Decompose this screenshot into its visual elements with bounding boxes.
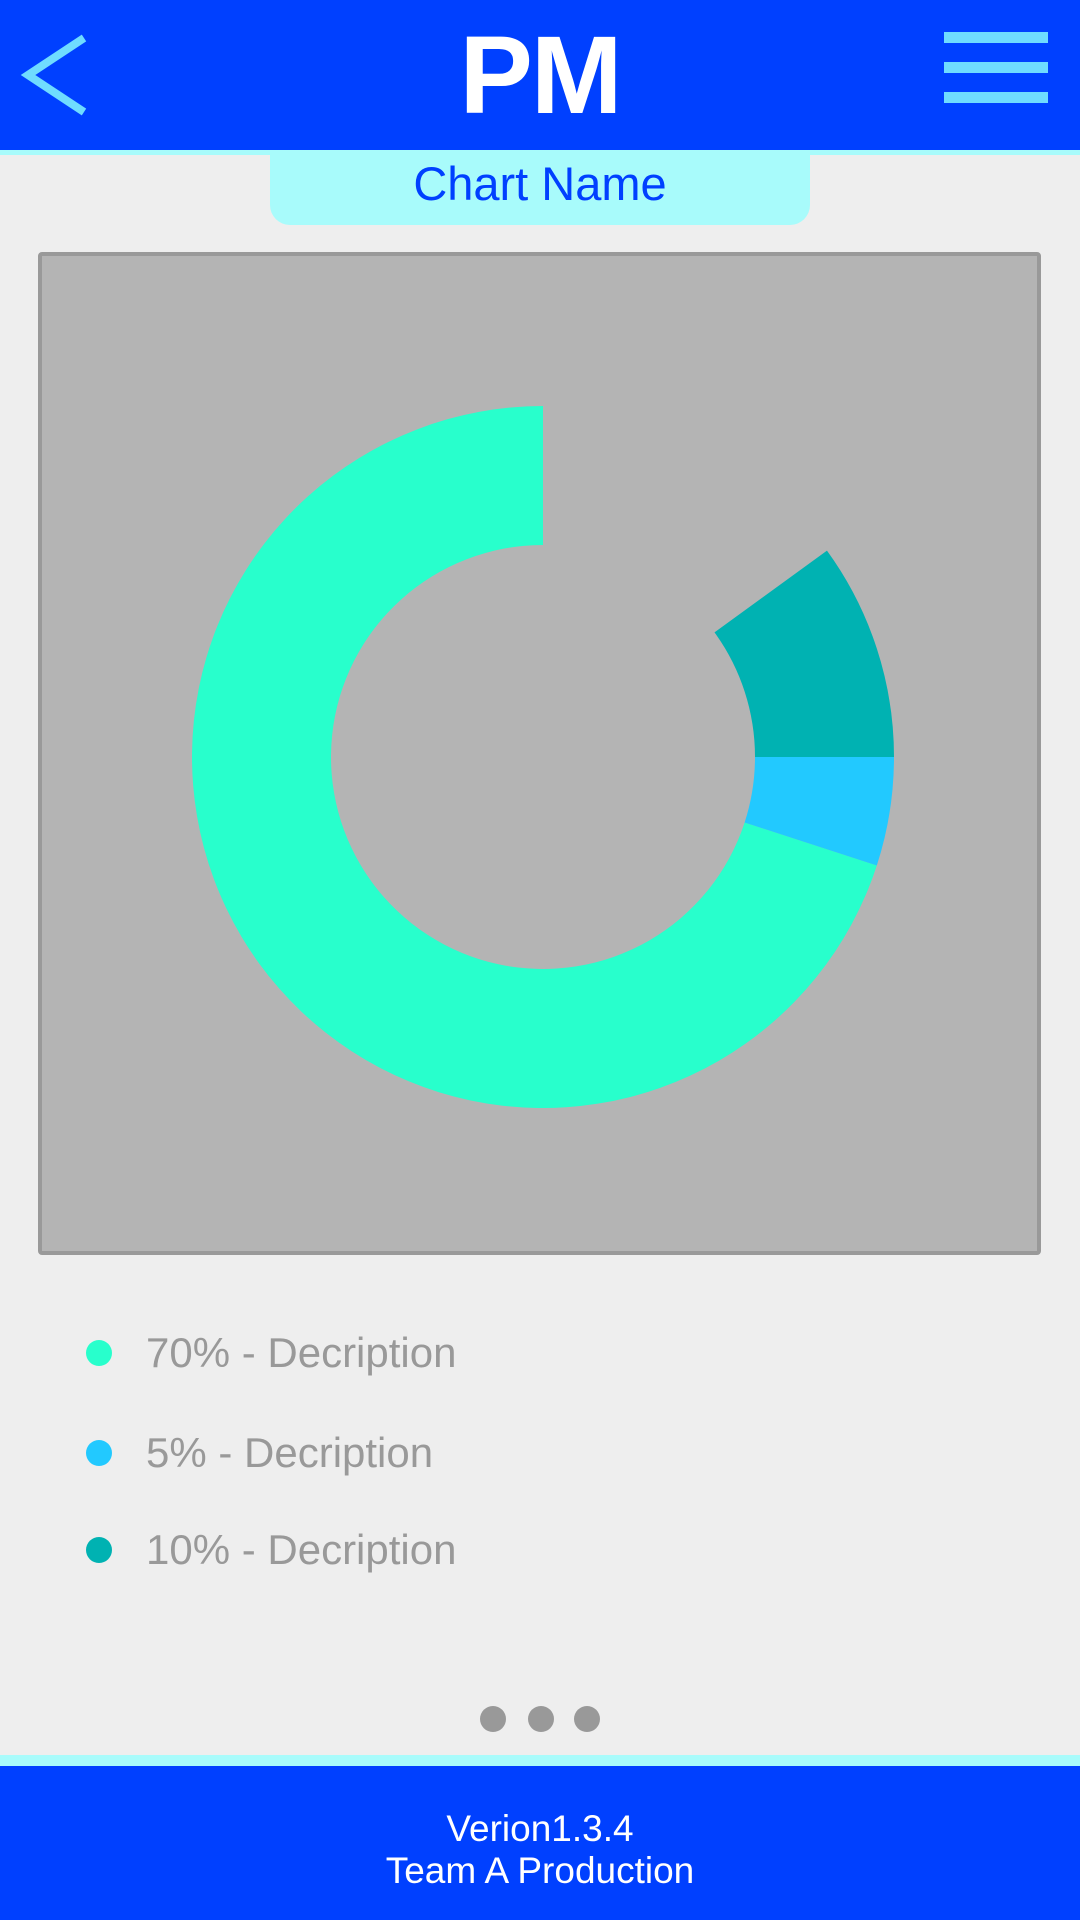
page-indicator (480, 1706, 600, 1732)
legend-color-dot (86, 1440, 112, 1466)
page-dot-2[interactable] (528, 1706, 554, 1732)
chart-panel (38, 252, 1041, 1255)
legend-label: 5% - Decription (146, 1429, 434, 1476)
legend-label: 70% - Decription (146, 1329, 457, 1376)
page-dot-1[interactable] (480, 1706, 506, 1732)
menu-button[interactable] (944, 28, 1048, 104)
app-header: PM (0, 0, 1080, 155)
legend-color-dot (86, 1537, 112, 1563)
donut-chart (192, 406, 894, 1108)
chart-title-tab[interactable]: Chart Name (270, 155, 810, 225)
chart-title: Chart Name (413, 157, 667, 210)
donut-slice[interactable] (714, 550, 894, 757)
version-text: Verion1.3.4 (446, 1808, 634, 1849)
page-dot-3[interactable] (574, 1706, 600, 1732)
page-title: PM (459, 14, 623, 137)
legend-color-dot (86, 1340, 112, 1366)
legend-label: 10% - Decription (146, 1526, 457, 1573)
credit-text: Team A Production (385, 1850, 695, 1891)
app-footer: Verion1.3.4 Team A Production (0, 1755, 1080, 1920)
